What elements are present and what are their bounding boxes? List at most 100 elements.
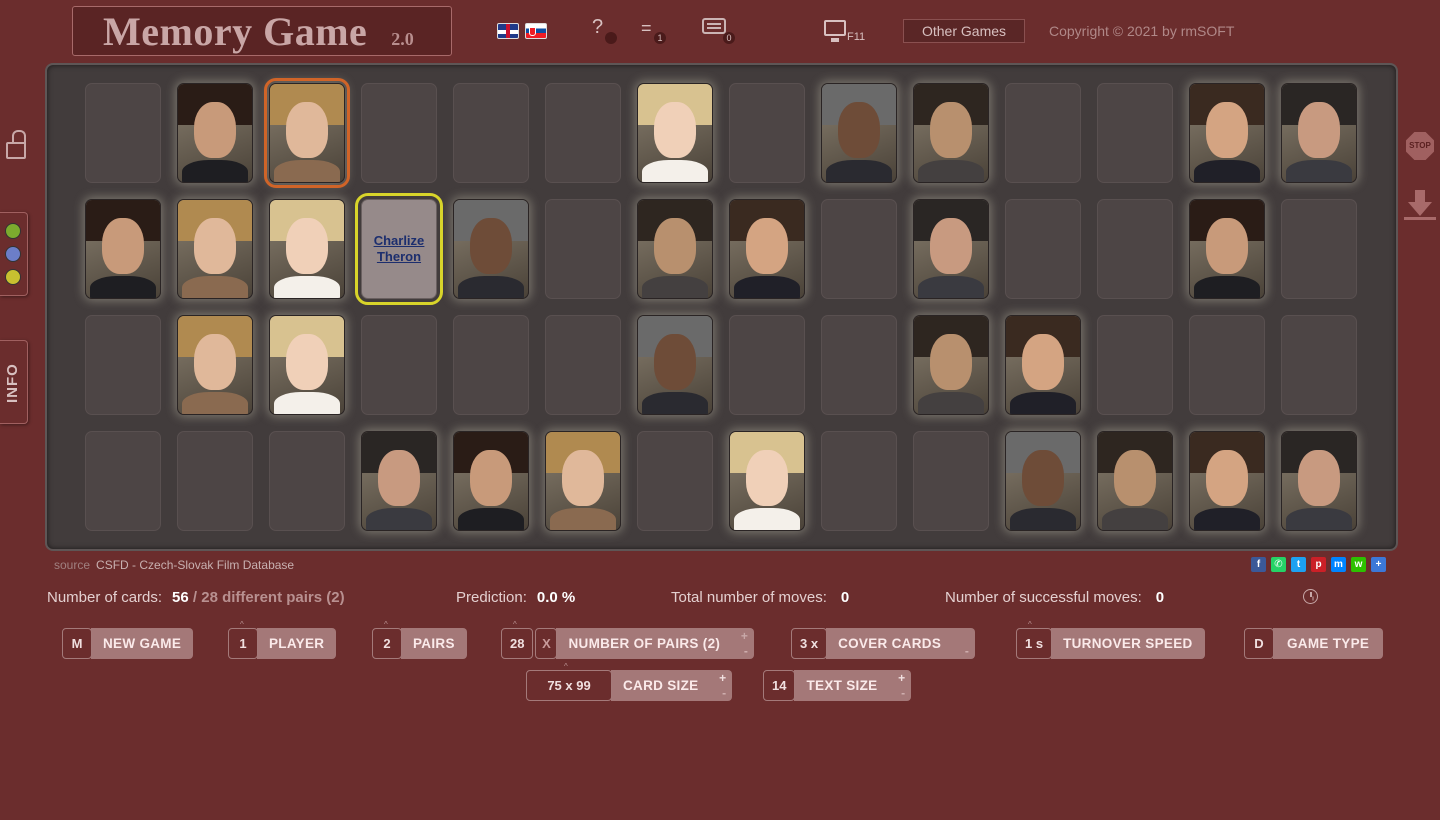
whatsapp-icon[interactable]: ✆ [1271,557,1286,572]
card-portrait[interactable] [361,431,437,531]
card-slot-empty[interactable] [821,315,897,415]
card-portrait[interactable] [177,315,253,415]
card-slot-empty[interactable] [85,83,161,183]
card-slot-empty[interactable] [545,199,621,299]
card-portrait[interactable] [1189,199,1265,299]
download-icon[interactable] [1404,190,1436,222]
turnover-speed-key[interactable]: 1 s [1016,628,1053,659]
number-of-pairs-control[interactable]: ^ 28 X NUMBER OF PAIRS (2) + - [501,620,755,659]
pairs-key[interactable]: 2 [372,628,402,659]
card-slot-empty[interactable] [637,431,713,531]
card-slot-empty[interactable] [1005,83,1081,183]
card-slot-empty[interactable] [85,315,161,415]
card-slot-empty[interactable] [1097,83,1173,183]
source-value[interactable]: CSFD - Czech-Slovak Film Database [96,558,294,572]
card-portrait[interactable] [1005,315,1081,415]
cover-cards-key[interactable]: 3 x [791,628,828,659]
unlock-icon[interactable] [4,130,26,159]
card-portrait[interactable] [913,315,989,415]
card-slot-empty[interactable] [85,431,161,531]
turnover-speed-control[interactable]: ^ 1 s TURNOVER SPEED [1016,620,1205,659]
card-portrait[interactable] [637,83,713,183]
card-slot-empty[interactable] [361,83,437,183]
game-type-control[interactable]: D GAME TYPE [1244,628,1384,659]
card-portrait[interactable] [85,199,161,299]
card-size-minus[interactable]: - [722,687,726,699]
card-slot-empty[interactable] [453,83,529,183]
card-portrait[interactable] [177,199,253,299]
card-slot-empty[interactable] [1097,315,1173,415]
card-revealed-name[interactable]: Charlize Theron [355,193,443,305]
card-slot-empty[interactable] [729,315,805,415]
text-size-minus[interactable]: - [901,687,905,699]
number-of-pairs-key[interactable]: 28 [501,628,534,659]
pairs-control[interactable]: ^ 2 PAIRS [372,620,467,659]
card-portrait[interactable] [913,83,989,183]
pairs-button[interactable]: PAIRS [401,628,467,659]
text-size-plus[interactable]: + [898,672,905,684]
card-slot-empty[interactable] [821,431,897,531]
card-size-key[interactable]: 75 x 99 [526,670,612,701]
new-game-key[interactable]: M [62,628,92,659]
number-of-pairs-minus[interactable]: - [744,645,748,657]
card-slot-empty[interactable] [453,315,529,415]
card-portrait[interactable] [729,199,805,299]
game-type-button[interactable]: GAME TYPE [1273,628,1384,659]
cover-cards-button[interactable]: COVER CARDS - [826,628,976,659]
slovak-flag-icon[interactable] [525,23,547,39]
card-slot-empty[interactable] [729,83,805,183]
card-portrait-selected[interactable] [264,78,350,188]
card-portrait[interactable] [1281,431,1357,531]
stop-icon[interactable]: STOP [1406,132,1434,160]
card-portrait[interactable] [821,83,897,183]
number-of-pairs-button[interactable]: NUMBER OF PAIRS (2) + - [556,628,755,659]
card-slot-empty[interactable] [1005,199,1081,299]
card-portrait[interactable] [1097,431,1173,531]
card-portrait[interactable] [637,315,713,415]
card-size-plus[interactable]: + [719,672,726,684]
card-size-control[interactable]: ^ 75 x 99 CARD SIZE + - [526,662,733,701]
blue-theme-dot[interactable] [5,246,21,262]
messenger-icon[interactable]: m [1331,557,1346,572]
text-size-button[interactable]: TEXT SIZE + - [794,670,912,701]
card-name-text[interactable]: Charlize Theron [374,233,425,265]
card-portrait[interactable] [453,199,529,299]
clock-icon[interactable] [1303,589,1318,604]
cover-cards-control[interactable]: 3 x COVER CARDS - [791,628,976,659]
card-slot-empty[interactable] [269,431,345,531]
new-game-control[interactable]: M NEW GAME [62,628,194,659]
game-type-key[interactable]: D [1244,628,1274,659]
player-button[interactable]: PLAYER [257,628,337,659]
english-flag-icon[interactable] [497,23,519,39]
card-slot-empty[interactable] [1189,315,1265,415]
more-share-icon[interactable]: + [1371,557,1386,572]
keyboard-icon[interactable] [702,18,726,34]
scoreboard-icon[interactable]: = [641,18,652,39]
card-portrait[interactable] [1189,83,1265,183]
card-slot-empty[interactable] [1281,315,1357,415]
yellow-theme-dot[interactable] [5,269,21,285]
number-of-pairs-plus[interactable]: + [741,630,748,642]
player-key[interactable]: 1 [228,628,258,659]
card-portrait[interactable] [1005,431,1081,531]
card-size-button[interactable]: CARD SIZE + - [611,670,733,701]
card-portrait[interactable] [1189,431,1265,531]
card-slot-empty[interactable] [1097,199,1173,299]
card-portrait[interactable] [729,431,805,531]
other-games-button[interactable]: Other Games [903,19,1025,43]
text-size-key[interactable]: 14 [763,670,796,701]
facebook-icon[interactable]: f [1251,557,1266,572]
info-tab[interactable]: INFO [0,340,28,424]
card-slot-empty[interactable] [177,431,253,531]
card-portrait[interactable] [269,199,345,299]
card-portrait[interactable] [269,315,345,415]
twitter-icon[interactable]: t [1291,557,1306,572]
number-of-pairs-x-key[interactable]: X [535,628,558,659]
fullscreen-monitor-icon[interactable] [824,20,846,42]
card-portrait[interactable] [453,431,529,531]
card-portrait[interactable] [545,431,621,531]
green-theme-dot[interactable] [5,223,21,239]
new-game-button[interactable]: NEW GAME [91,628,194,659]
text-size-control[interactable]: 14 TEXT SIZE + - [763,670,912,701]
card-slot-empty[interactable] [821,199,897,299]
